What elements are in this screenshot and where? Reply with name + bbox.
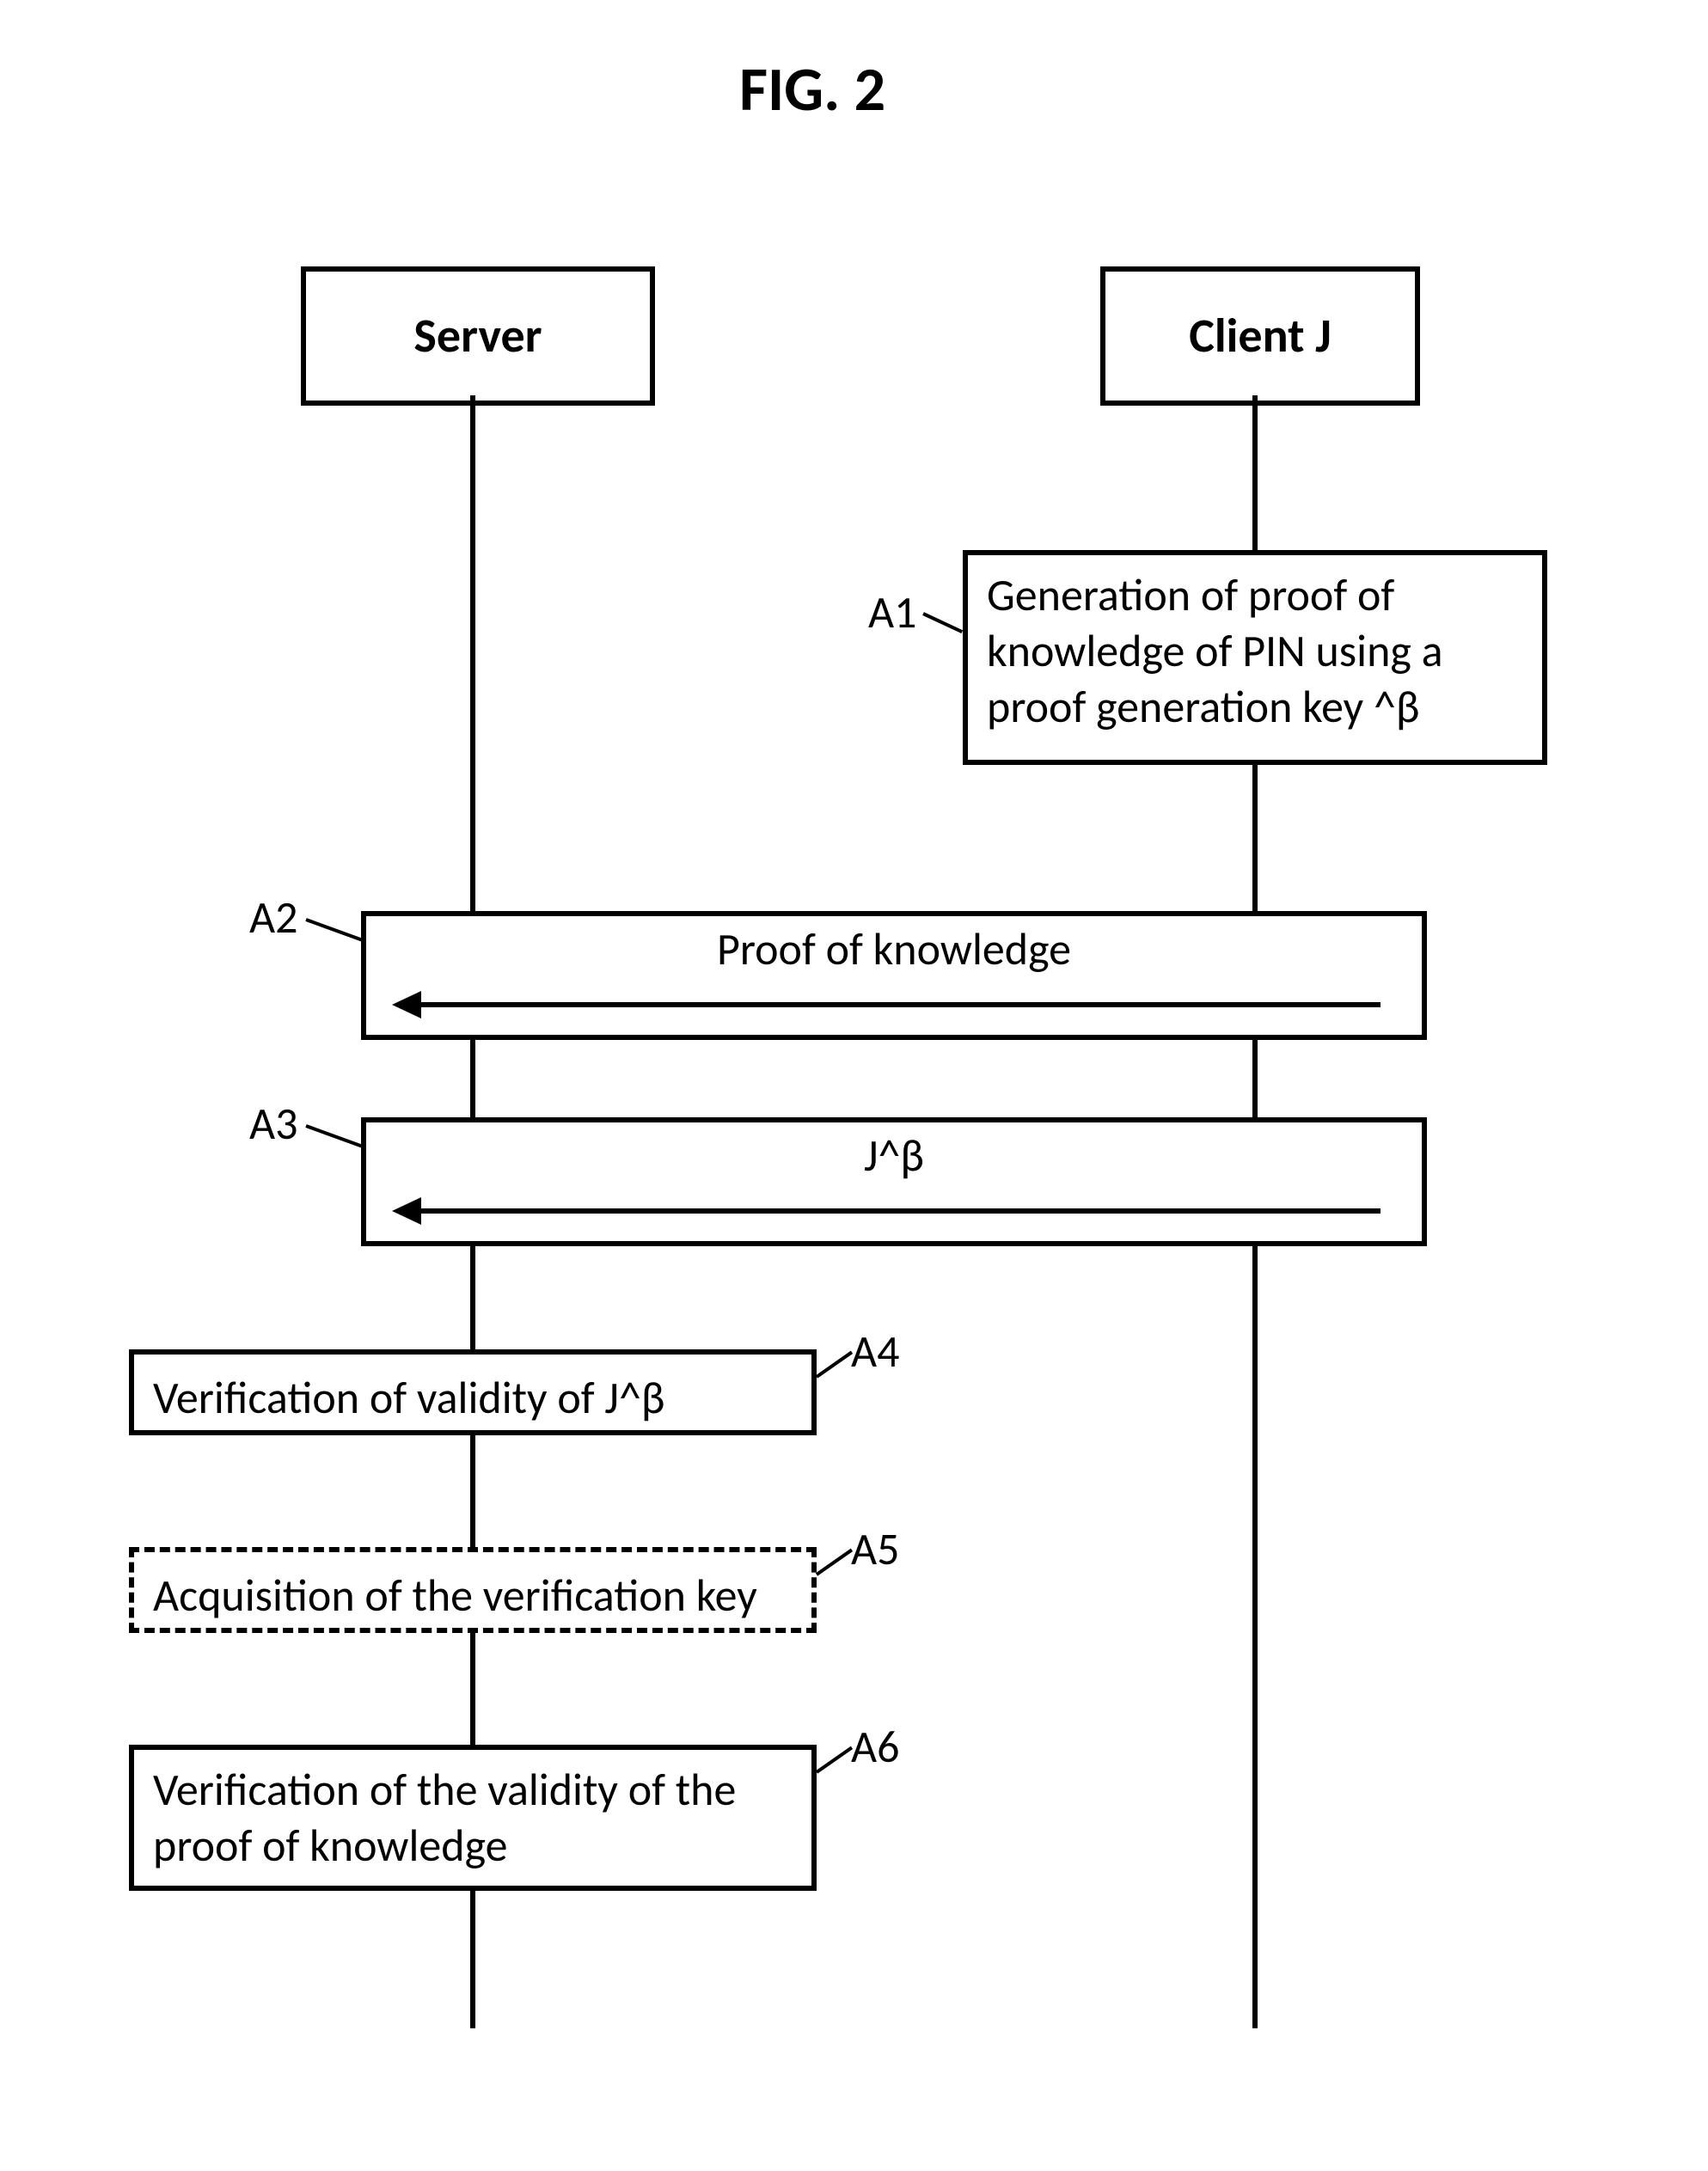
actor-server: Server xyxy=(301,266,655,406)
leader-a2 xyxy=(305,918,364,942)
msg-a2: Proof of knowledge xyxy=(361,911,1427,1040)
arrow-a2-line xyxy=(418,1002,1380,1007)
figure-title: FIG. 2 xyxy=(739,52,885,127)
step-a5: Acquisition of the verification key xyxy=(129,1547,817,1633)
label-a1: A1 xyxy=(868,584,916,639)
label-a5: A5 xyxy=(851,1521,899,1576)
step-a1: Generation of proof of knowledge of PIN … xyxy=(963,550,1547,765)
leader-a6 xyxy=(816,1746,853,1774)
leader-a3 xyxy=(305,1124,364,1148)
label-a6: A6 xyxy=(851,1719,899,1774)
label-a3: A3 xyxy=(249,1096,297,1151)
msg-a2-text: Proof of knowledge xyxy=(366,921,1422,976)
msg-a3: J^β xyxy=(361,1117,1427,1246)
step-a4: Verification of validity of J^β xyxy=(129,1349,817,1435)
arrow-a3-head xyxy=(392,1197,421,1225)
arrow-a3-line xyxy=(418,1208,1380,1214)
actor-client: Client J xyxy=(1100,266,1420,406)
leader-a5 xyxy=(816,1549,853,1576)
leader-a1 xyxy=(922,612,963,633)
step-a6: Verification of the validity of the proo… xyxy=(129,1745,817,1891)
arrow-a2-head xyxy=(392,991,421,1018)
diagram-stage: FIG. 2 Server Client J Generation of pro… xyxy=(0,0,1708,2171)
label-a2: A2 xyxy=(249,890,297,945)
leader-a4 xyxy=(816,1351,853,1379)
label-a4: A4 xyxy=(851,1324,899,1379)
msg-a3-text: J^β xyxy=(366,1128,1422,1183)
